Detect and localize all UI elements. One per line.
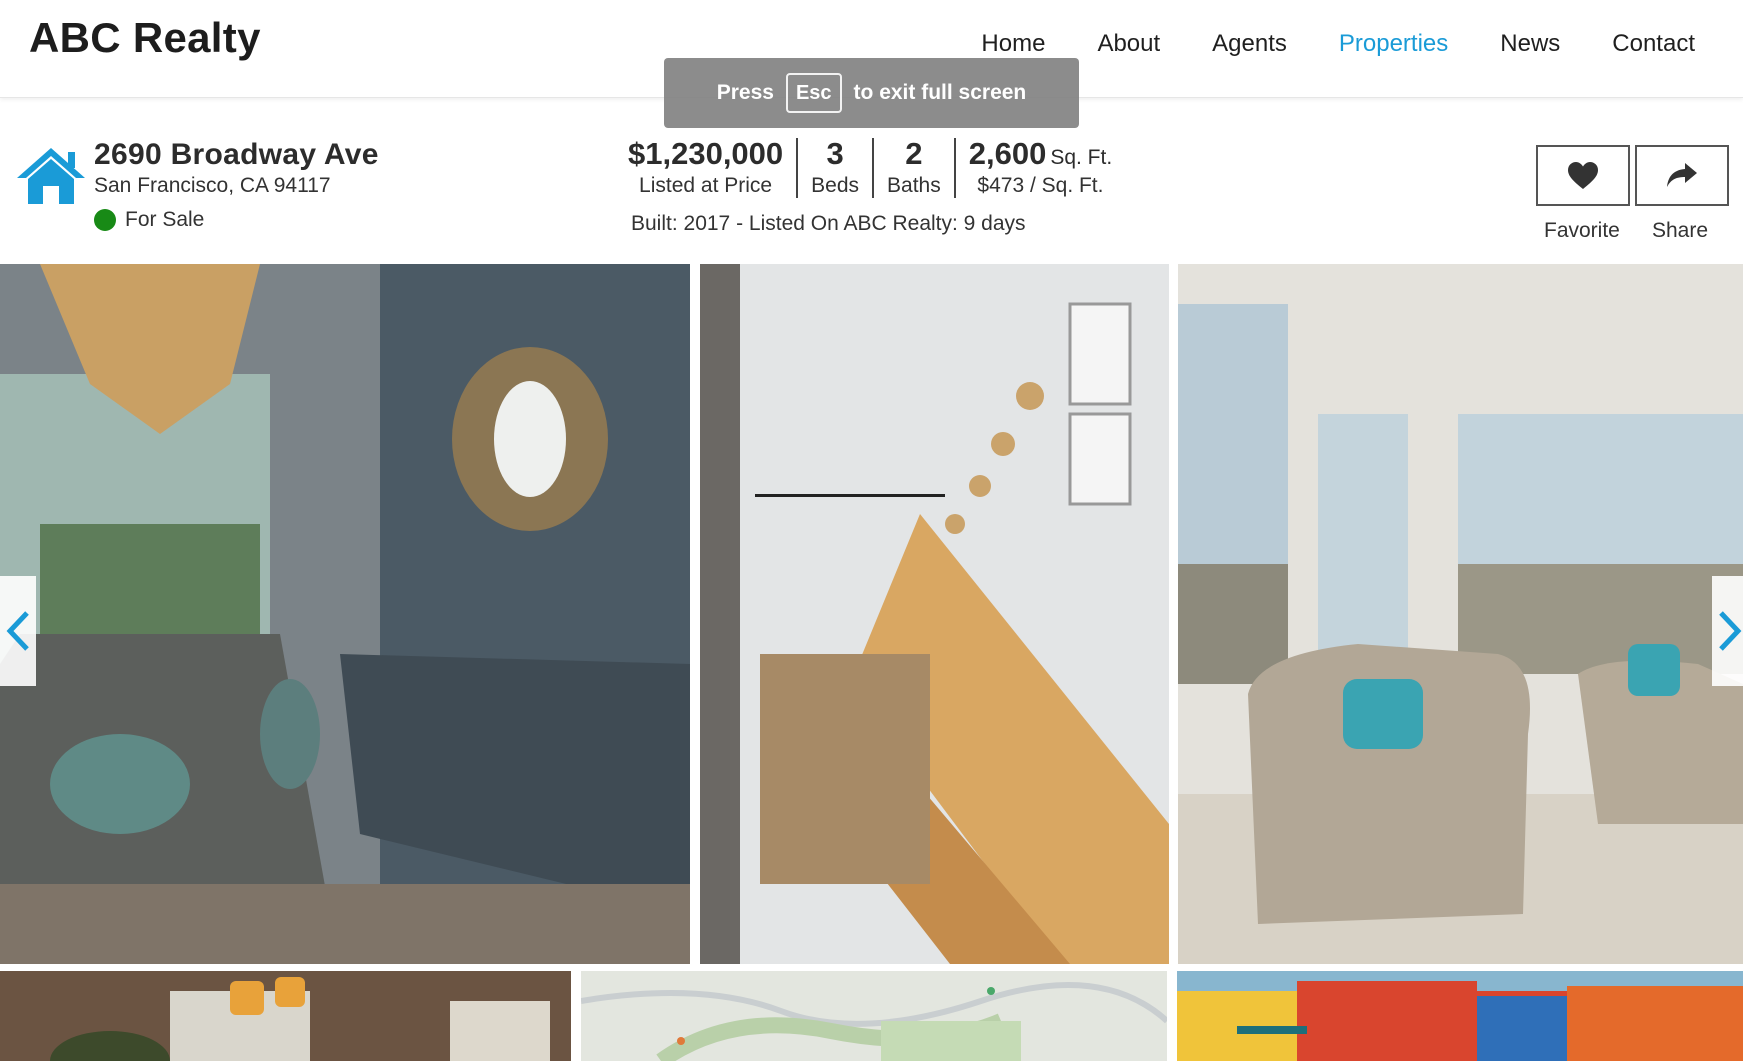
home-icon xyxy=(17,148,85,204)
nav-contact[interactable]: Contact xyxy=(1612,30,1695,58)
nav-agents[interactable]: Agents xyxy=(1212,30,1287,58)
nav-home[interactable]: Home xyxy=(981,30,1045,58)
exterior-thumbnail[interactable] xyxy=(1177,971,1743,1061)
main-nav: Home About Agents Properties News Contac… xyxy=(929,30,1695,58)
photo-gallery xyxy=(0,264,1743,964)
staircase-photo[interactable] xyxy=(700,264,1169,964)
stat-price: $1,230,000 Listed at Price xyxy=(628,136,796,198)
chevron-right-icon xyxy=(1719,611,1742,651)
fullscreen-notice-prefix: Press xyxy=(716,81,774,104)
favorite-label: Favorite xyxy=(1544,219,1620,242)
beds-value: 3 xyxy=(826,136,844,171)
baths-label: Baths xyxy=(887,173,941,197)
property-address: 2690 Broadway Ave xyxy=(94,138,379,171)
stat-baths: 2 Baths xyxy=(872,136,954,198)
gallery-prev-button[interactable] xyxy=(0,576,36,686)
baths-value: 2 xyxy=(905,136,923,171)
status-badge: For Sale xyxy=(94,208,204,232)
status-dot xyxy=(94,209,116,231)
nav-news[interactable]: News xyxy=(1500,30,1560,58)
share-label: Share xyxy=(1652,219,1709,242)
property-city: San Francisco, CA 94117 xyxy=(94,174,331,197)
nav-properties[interactable]: Properties xyxy=(1339,30,1448,58)
fullscreen-notice: Press Esc to exit full screen xyxy=(664,58,1079,128)
heart-icon xyxy=(1568,161,1598,189)
brand-logo[interactable]: ABC Realty xyxy=(29,14,261,62)
share-icon xyxy=(1667,162,1697,187)
price-label: Listed at Price xyxy=(639,173,773,197)
sqft-unit: Sq. Ft. xyxy=(1050,146,1113,169)
fullscreen-notice-suffix: to exit full screen xyxy=(853,81,1027,104)
map-thumbnail[interactable] xyxy=(581,971,1167,1061)
dining-room-photo[interactable] xyxy=(0,264,690,964)
esc-key-badge: Esc xyxy=(785,73,842,113)
built-info: Built: 2017 - Listed On ABC Realty: 9 da… xyxy=(631,212,1026,235)
price-value: $1,230,000 xyxy=(628,136,784,171)
favorite-button[interactable] xyxy=(1536,145,1630,206)
stat-sqft: 2,600 Sq. Ft. $473 / Sq. Ft. xyxy=(953,136,1125,198)
gallery-next-button[interactable] xyxy=(1712,576,1743,686)
beds-label: Beds xyxy=(811,173,860,197)
status-text: For Sale xyxy=(125,208,205,231)
stat-beds: 3 Beds xyxy=(796,136,872,198)
share-button[interactable] xyxy=(1635,145,1729,206)
sqft-value: 2,600 xyxy=(968,136,1047,171)
price-per-sqft: $473 / Sq. Ft. xyxy=(977,173,1104,197)
sqft-row: 2,600 Sq. Ft. xyxy=(968,136,1113,171)
living-room-photo[interactable] xyxy=(1178,264,1743,964)
property-stats: $1,230,000 Listed at Price 3 Beds 2 Bath… xyxy=(628,136,1125,198)
nav-about[interactable]: About xyxy=(1097,30,1160,58)
thumbnail-strip xyxy=(0,971,1743,1061)
chevron-left-icon xyxy=(6,611,29,651)
kitchen-thumbnail[interactable] xyxy=(0,971,571,1061)
